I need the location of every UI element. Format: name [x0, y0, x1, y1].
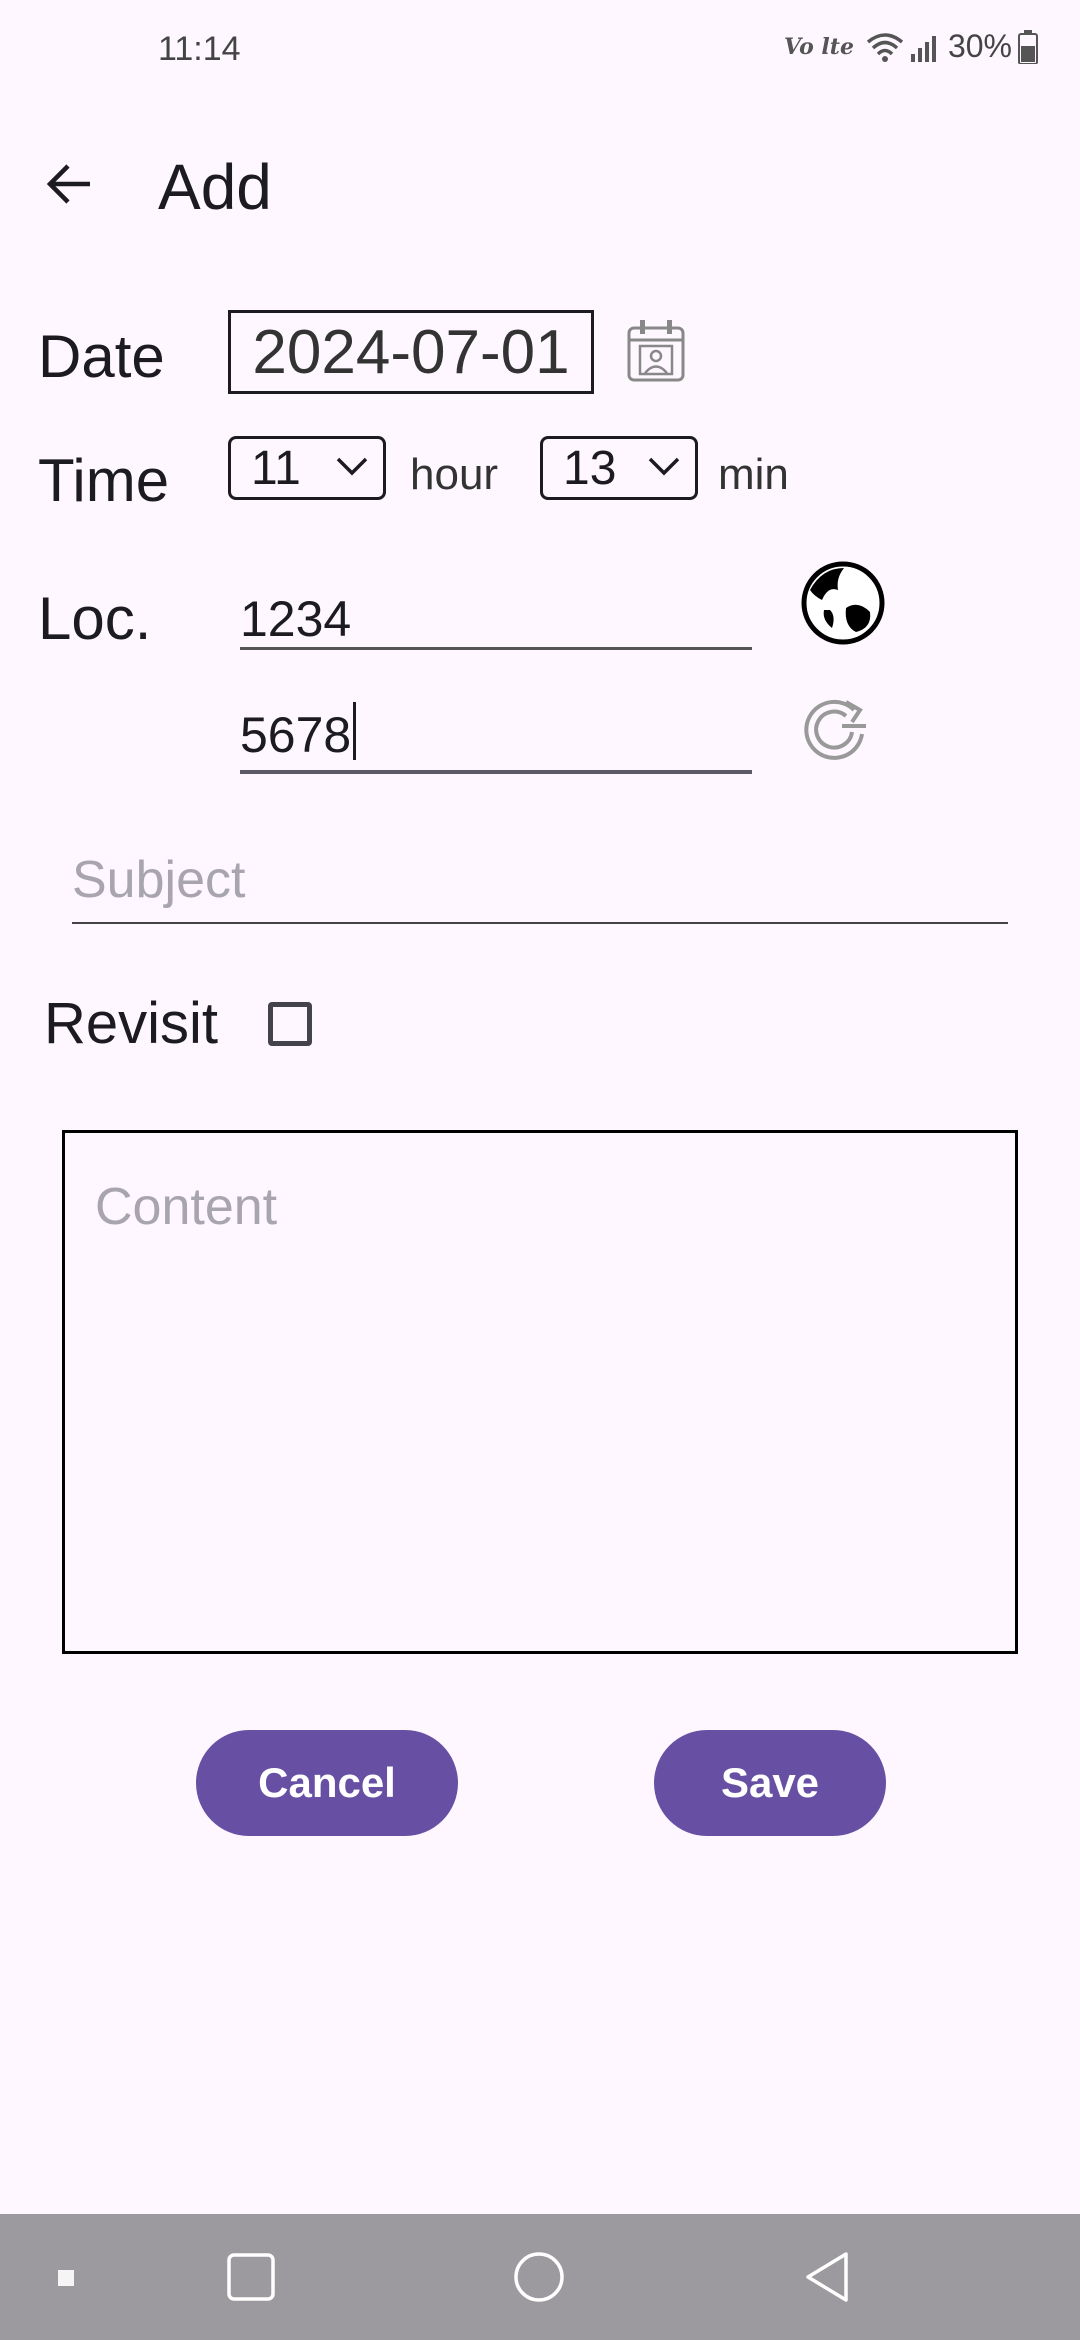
date-field[interactable]: 2024-07-01: [228, 310, 594, 394]
battery-icon: [1018, 29, 1038, 64]
refresh-icon[interactable]: [802, 696, 872, 762]
page-title: Add: [158, 151, 272, 223]
subject-input[interactable]: Subject: [72, 846, 1008, 924]
wifi-icon: [866, 32, 904, 62]
system-navigation-bar: [0, 2214, 1080, 2340]
globe-location-icon[interactable]: [800, 560, 886, 646]
save-button[interactable]: Save: [654, 1730, 886, 1836]
longitude-value: 5678: [240, 707, 352, 763]
chevron-down-icon: [336, 457, 368, 476]
status-time: 11:14: [158, 30, 241, 68]
date-label: Date: [38, 323, 165, 390]
minute-select[interactable]: 13: [540, 436, 698, 500]
chevron-down-icon: [648, 457, 680, 476]
back-nav-icon[interactable]: [802, 2250, 852, 2304]
latitude-field[interactable]: 1234: [240, 590, 752, 650]
longitude-field[interactable]: 5678: [240, 702, 752, 774]
location-label: Loc.: [38, 585, 152, 652]
text-cursor: [353, 702, 357, 760]
calendar-icon[interactable]: [626, 318, 686, 384]
status-icons: Vo lte 30%: [784, 28, 1038, 65]
content-textarea[interactable]: Content: [62, 1130, 1018, 1654]
signal-icon: [910, 35, 936, 62]
subject-placeholder: Subject: [72, 851, 246, 909]
battery-percent: 30%: [947, 28, 1012, 64]
revisit-checkbox[interactable]: [268, 1002, 312, 1046]
back-arrow-icon[interactable]: [44, 158, 96, 210]
time-label: Time: [38, 447, 170, 514]
content-placeholder: Content: [95, 1178, 278, 1236]
minute-unit-label: min: [718, 450, 789, 499]
menu-dot-icon[interactable]: [58, 2270, 74, 2286]
hour-value: 11: [251, 441, 301, 495]
volte-indicator: Vo lte: [784, 33, 854, 60]
recents-icon[interactable]: [226, 2252, 276, 2302]
home-icon[interactable]: [512, 2250, 566, 2304]
minute-value: 13: [563, 441, 617, 495]
cancel-button[interactable]: Cancel: [196, 1730, 458, 1836]
latitude-value: 1234: [240, 591, 352, 647]
revisit-label: Revisit: [44, 991, 219, 1056]
hour-unit-label: hour: [410, 450, 499, 499]
hour-select[interactable]: 11: [228, 436, 386, 500]
